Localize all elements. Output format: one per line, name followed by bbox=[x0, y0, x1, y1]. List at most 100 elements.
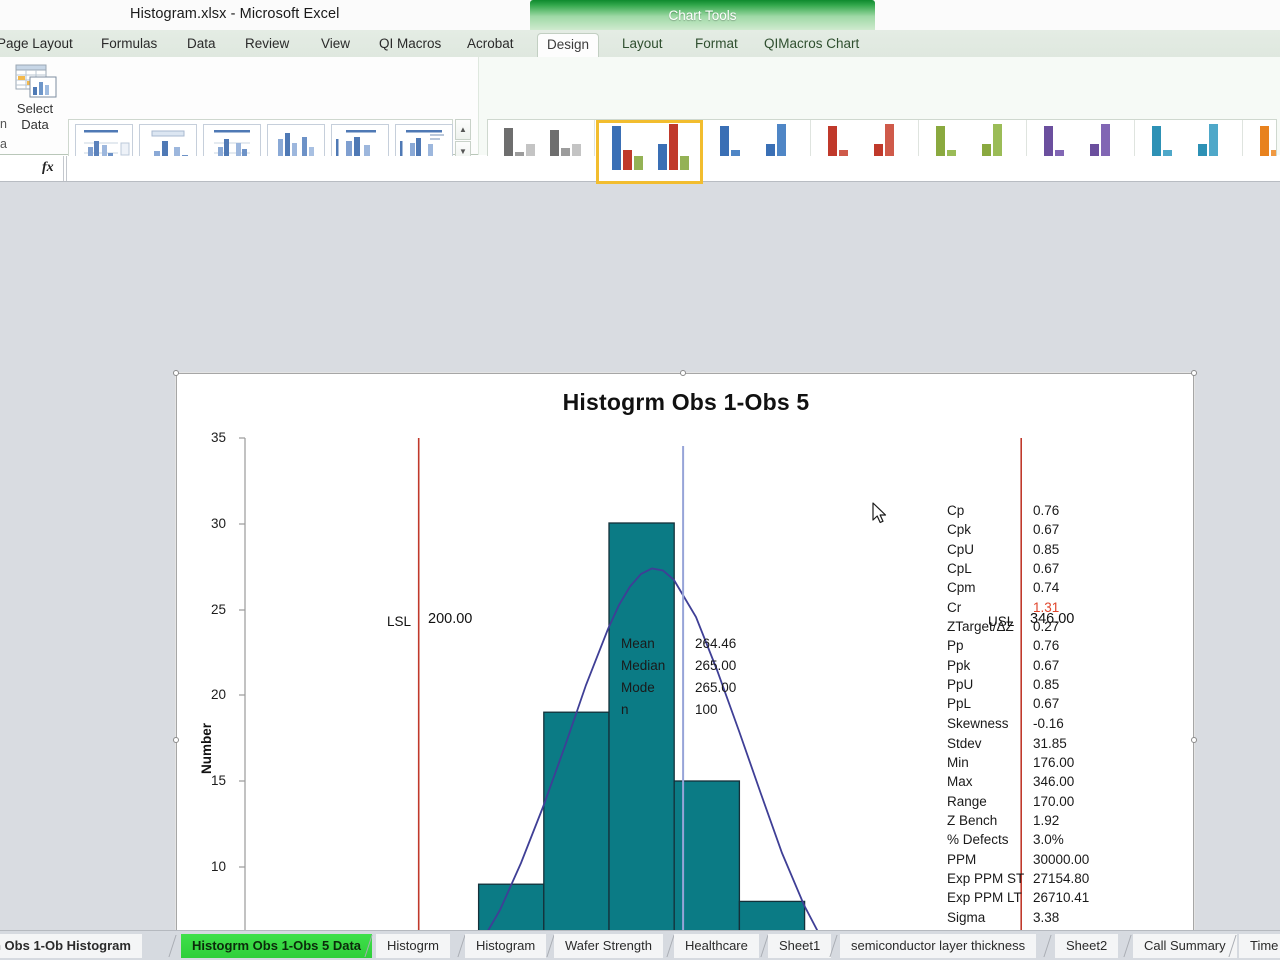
y-axis-title: Number bbox=[199, 723, 214, 774]
sheet-tab-time-clipped[interactable]: Time bbox=[1239, 934, 1280, 958]
tab-acrobat[interactable]: Acrobat bbox=[458, 33, 523, 57]
stat-name-mean: Mean bbox=[621, 636, 655, 651]
stat-name-range: Range bbox=[947, 794, 987, 809]
tab-formulas[interactable]: Formulas bbox=[92, 33, 166, 57]
stat-name-cpu: CpU bbox=[947, 542, 974, 557]
tab-separator-7 bbox=[1043, 935, 1051, 957]
sheet-tab-semiconductor[interactable]: semiconductor layer thickness bbox=[840, 934, 1036, 958]
stat-value-ppl: 0.67 bbox=[1033, 696, 1059, 711]
select-data-label-line1: Select bbox=[4, 101, 66, 116]
stat-name-ppu: PpU bbox=[947, 677, 973, 692]
stat-name-cpk: Cpk bbox=[947, 522, 971, 537]
lsl-label: LSL bbox=[387, 614, 411, 629]
stat-value-cpk: 0.67 bbox=[1033, 522, 1059, 537]
sheet-tab-healthcare[interactable]: Healthcare bbox=[674, 934, 759, 958]
sheet-tab-sheet2[interactable]: Sheet2 bbox=[1055, 934, 1118, 958]
tab-review[interactable]: Review bbox=[236, 33, 298, 57]
sheet-tab-histogram-clipped[interactable]: n Obs 1-Ob Histogram bbox=[0, 934, 142, 958]
stat-value-pp: 0.76 bbox=[1033, 638, 1059, 653]
sheet-tab-bar: n Obs 1-Ob Histogram Histogrm Obs 1-Obs … bbox=[0, 930, 1280, 960]
tab-separator-0 bbox=[168, 935, 176, 957]
stat-name-cr: Cr bbox=[947, 600, 961, 615]
stat-value-cpl: 0.67 bbox=[1033, 561, 1059, 576]
sheet-tab-active-data[interactable]: Histogrm Obs 1-Obs 5 Data bbox=[181, 934, 372, 958]
select-data-label-line2: Data bbox=[4, 117, 66, 132]
stat-value-ppk: 0.67 bbox=[1033, 658, 1059, 673]
stat-name-ppk: Ppk bbox=[947, 658, 970, 673]
stat-name-mode: Mode bbox=[621, 680, 655, 695]
stat-value-mode: 265.00 bbox=[695, 680, 736, 695]
stat-name-median: Median bbox=[621, 658, 665, 673]
stat-value-mean: 264.46 bbox=[695, 636, 736, 651]
y-tick-10: 10 bbox=[211, 859, 226, 874]
stat-name-cpm: Cpm bbox=[947, 580, 976, 595]
sheet-tab-sheet1[interactable]: Sheet1 bbox=[768, 934, 831, 958]
sheet-tab-call-summary[interactable]: Call Summary bbox=[1133, 934, 1237, 958]
stat-name-zbench: Z Bench bbox=[947, 813, 997, 828]
tab-format[interactable]: Format bbox=[686, 33, 747, 57]
stat-value-exp-ppm-lt: 26710.41 bbox=[1033, 890, 1089, 905]
select-data-button[interactable]: Select Data bbox=[4, 61, 66, 145]
stat-name-skewness: Skewness bbox=[947, 716, 1009, 731]
tab-view[interactable]: View bbox=[312, 33, 359, 57]
tab-qi-macros[interactable]: QI Macros bbox=[370, 33, 450, 57]
tab-data[interactable]: Data bbox=[178, 33, 225, 57]
stat-name-ppl: PpL bbox=[947, 696, 971, 711]
excel-window: Histogram.xlsx - Microsoft Excel Chart T… bbox=[0, 0, 1280, 960]
stat-value-range: 170.00 bbox=[1033, 794, 1074, 809]
stat-name-exp-ppm-st: Exp PPM ST bbox=[947, 871, 1024, 886]
stat-name-cp: Cp bbox=[947, 503, 964, 518]
tab-separator-8 bbox=[1123, 935, 1131, 957]
chart-tools-label: Chart Tools bbox=[530, 8, 875, 23]
stat-value-sigma: 3.38 bbox=[1033, 910, 1059, 925]
chart-object[interactable]: Histogrm Obs 1-Obs 5 bbox=[176, 373, 1194, 960]
stat-name-exp-ppm-lt: Exp PPM LT bbox=[947, 890, 1022, 905]
stat-name-ppm: PPM bbox=[947, 852, 976, 867]
title-bar: Histogram.xlsx - Microsoft Excel Chart T… bbox=[0, 0, 1280, 30]
stat-name-n: n bbox=[621, 702, 629, 717]
stat-value-exp-ppm-st: 27154.80 bbox=[1033, 871, 1089, 886]
stat-value-ppu: 0.85 bbox=[1033, 677, 1059, 692]
stat-value-defects: 3.0% bbox=[1033, 832, 1064, 847]
ribbon: Select Data n a bbox=[0, 57, 1280, 155]
stat-name-defects: % Defects bbox=[947, 832, 1009, 847]
clipped-label-a: a bbox=[0, 137, 7, 151]
stat-value-cp: 0.76 bbox=[1033, 503, 1059, 518]
chart-tools-contextual-group: Chart Tools bbox=[530, 0, 875, 30]
chart-style-2-selected[interactable] bbox=[596, 120, 703, 184]
tab-qimacros-chart[interactable]: QIMacros Chart bbox=[755, 33, 868, 57]
sheet-tab-histogram[interactable]: Histogram bbox=[465, 934, 546, 958]
stat-value-max: 346.00 bbox=[1033, 774, 1074, 789]
stat-value-n: 100 bbox=[695, 702, 718, 717]
stat-value-zbench: 1.92 bbox=[1033, 813, 1059, 828]
stat-name-ztarget: ZTarget/ΔZ bbox=[947, 619, 1014, 634]
insert-function-icon[interactable]: fx bbox=[42, 160, 54, 176]
sheet-tab-wafer-strength[interactable]: Wafer Strength bbox=[554, 934, 663, 958]
tab-layout[interactable]: Layout bbox=[613, 33, 672, 57]
stat-name-cpl: CpL bbox=[947, 561, 972, 576]
tab-design[interactable]: Design bbox=[537, 33, 599, 57]
y-tick-20: 20 bbox=[211, 687, 226, 702]
stat-name-stdev: Stdev bbox=[947, 736, 982, 751]
scroll-up-icon[interactable]: ▲ bbox=[455, 119, 471, 140]
clipped-label-n: n bbox=[0, 117, 7, 131]
name-box[interactable] bbox=[0, 156, 64, 181]
select-data-icon bbox=[14, 63, 58, 99]
stat-name-pp: Pp bbox=[947, 638, 964, 653]
formula-bar-divider bbox=[66, 156, 67, 181]
tab-page-layout[interactable]: Page Layout bbox=[0, 33, 82, 57]
stat-name-min: Min bbox=[947, 755, 969, 770]
lsl-value: 200.00 bbox=[428, 611, 472, 627]
stat-value-median: 265.00 bbox=[695, 658, 736, 673]
stat-value-skewness: -0.16 bbox=[1033, 716, 1064, 731]
stat-value-ztarget: 0.27 bbox=[1033, 619, 1059, 634]
stat-value-ppm: 30000.00 bbox=[1033, 852, 1089, 867]
worksheet-area: Histogrm Obs 1-Obs 5 bbox=[0, 182, 1280, 930]
stat-value-cpm: 0.74 bbox=[1033, 580, 1059, 595]
stat-value-min: 176.00 bbox=[1033, 755, 1074, 770]
sheet-tab-histogrm[interactable]: Histogrm bbox=[376, 934, 450, 958]
y-tick-15: 15 bbox=[211, 773, 226, 788]
y-tick-35: 35 bbox=[211, 430, 226, 445]
stat-name-sigma: Sigma bbox=[947, 910, 985, 925]
ribbon-tab-strip: Page Layout Formulas Data Review View QI… bbox=[0, 30, 1280, 57]
